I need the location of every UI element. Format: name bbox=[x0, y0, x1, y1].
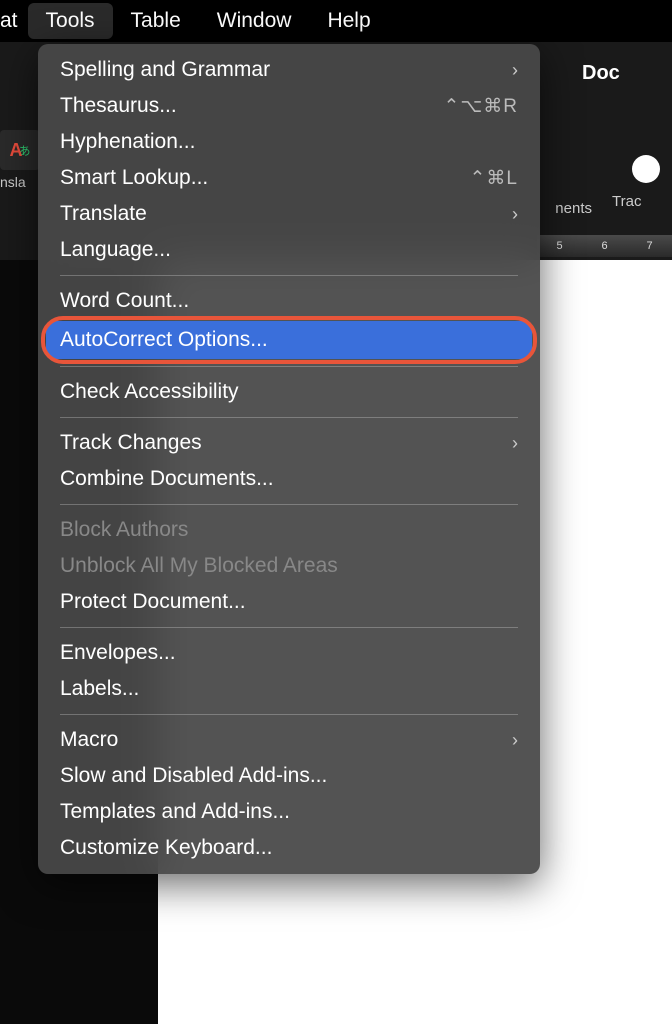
menu-customize-keyboard[interactable]: Customize Keyboard... bbox=[38, 830, 540, 866]
menu-item-label: Translate bbox=[60, 202, 147, 226]
menu-separator bbox=[60, 714, 518, 715]
ruler-partial: 5 6 7 bbox=[537, 235, 672, 257]
menu-protect-document[interactable]: Protect Document... bbox=[38, 584, 540, 620]
menu-item-label: Thesaurus... bbox=[60, 94, 177, 118]
menubar: at Tools Table Window Help bbox=[0, 0, 672, 42]
menu-unblock-all: Unblock All My Blocked Areas bbox=[38, 548, 540, 584]
menubar-item-prev[interactable]: at bbox=[0, 3, 28, 39]
menu-thesaurus[interactable]: Thesaurus... ⌃⌥⌘R bbox=[38, 88, 540, 124]
menu-hyphenation[interactable]: Hyphenation... bbox=[38, 124, 540, 160]
menu-item-label: Track Changes bbox=[60, 431, 202, 455]
menu-item-label: Smart Lookup... bbox=[60, 166, 208, 190]
chevron-right-icon: › bbox=[512, 204, 518, 225]
translate-icon: Aあ bbox=[0, 130, 40, 170]
menubar-item-tools[interactable]: Tools bbox=[28, 3, 113, 39]
menu-item-label: Slow and Disabled Add-ins... bbox=[60, 764, 327, 788]
menu-item-label: Word Count... bbox=[60, 289, 189, 313]
menu-item-label: Templates and Add-ins... bbox=[60, 800, 290, 824]
menu-word-count[interactable]: Word Count... bbox=[38, 283, 540, 319]
tools-dropdown-menu: Spelling and Grammar › Thesaurus... ⌃⌥⌘R… bbox=[38, 44, 540, 874]
menu-separator bbox=[60, 504, 518, 505]
chevron-right-icon: › bbox=[512, 433, 518, 454]
menu-autocorrect-options[interactable]: AutoCorrect Options... bbox=[46, 321, 532, 359]
menu-spelling-grammar[interactable]: Spelling and Grammar › bbox=[38, 52, 540, 88]
menubar-item-window[interactable]: Window bbox=[199, 3, 310, 39]
menu-item-label: Language... bbox=[60, 238, 171, 262]
chevron-right-icon: › bbox=[512, 730, 518, 751]
menu-separator bbox=[60, 627, 518, 628]
menu-envelopes[interactable]: Envelopes... bbox=[38, 635, 540, 671]
menubar-item-table[interactable]: Table bbox=[113, 3, 199, 39]
menu-block-authors: Block Authors bbox=[38, 512, 540, 548]
document-title-partial: Doc bbox=[582, 62, 672, 85]
track-changes-ribbon-partial: Trac bbox=[612, 155, 672, 210]
menu-check-accessibility[interactable]: Check Accessibility bbox=[38, 374, 540, 410]
menu-language[interactable]: Language... bbox=[38, 232, 540, 268]
menu-item-label: Macro bbox=[60, 728, 118, 752]
menu-item-label: Check Accessibility bbox=[60, 380, 239, 404]
menu-separator bbox=[60, 366, 518, 367]
menubar-item-help[interactable]: Help bbox=[309, 3, 388, 39]
menu-separator bbox=[60, 275, 518, 276]
menu-item-label: Protect Document... bbox=[60, 590, 246, 614]
track-toggle-icon bbox=[632, 155, 660, 183]
menu-translate[interactable]: Translate › bbox=[38, 196, 540, 232]
menu-item-label: Unblock All My Blocked Areas bbox=[60, 554, 338, 578]
menu-labels[interactable]: Labels... bbox=[38, 671, 540, 707]
menu-slow-disabled-addins[interactable]: Slow and Disabled Add-ins... bbox=[38, 758, 540, 794]
menu-item-label: Customize Keyboard... bbox=[60, 836, 272, 860]
menu-smart-lookup[interactable]: Smart Lookup... ⌃⌘L bbox=[38, 160, 540, 196]
menu-item-label: Hyphenation... bbox=[60, 130, 195, 154]
menu-item-label: Block Authors bbox=[60, 518, 188, 542]
translate-ribbon-partial: Aあ nsla bbox=[0, 130, 35, 190]
menu-item-label: Labels... bbox=[60, 677, 139, 701]
menu-track-changes[interactable]: Track Changes › bbox=[38, 425, 540, 461]
menu-shortcut: ⌃⌘L bbox=[470, 167, 519, 190]
menu-item-label: Combine Documents... bbox=[60, 467, 274, 491]
menu-item-label: AutoCorrect Options... bbox=[60, 328, 268, 352]
menu-item-label: Spelling and Grammar bbox=[60, 58, 270, 82]
menu-item-label: Envelopes... bbox=[60, 641, 176, 665]
menu-separator bbox=[60, 417, 518, 418]
menu-templates-addins[interactable]: Templates and Add-ins... bbox=[38, 794, 540, 830]
chevron-right-icon: › bbox=[512, 60, 518, 81]
menu-combine-documents[interactable]: Combine Documents... bbox=[38, 461, 540, 497]
menu-shortcut: ⌃⌥⌘R bbox=[443, 95, 518, 118]
menu-macro[interactable]: Macro › bbox=[38, 722, 540, 758]
comments-ribbon-partial: nents bbox=[555, 200, 592, 217]
